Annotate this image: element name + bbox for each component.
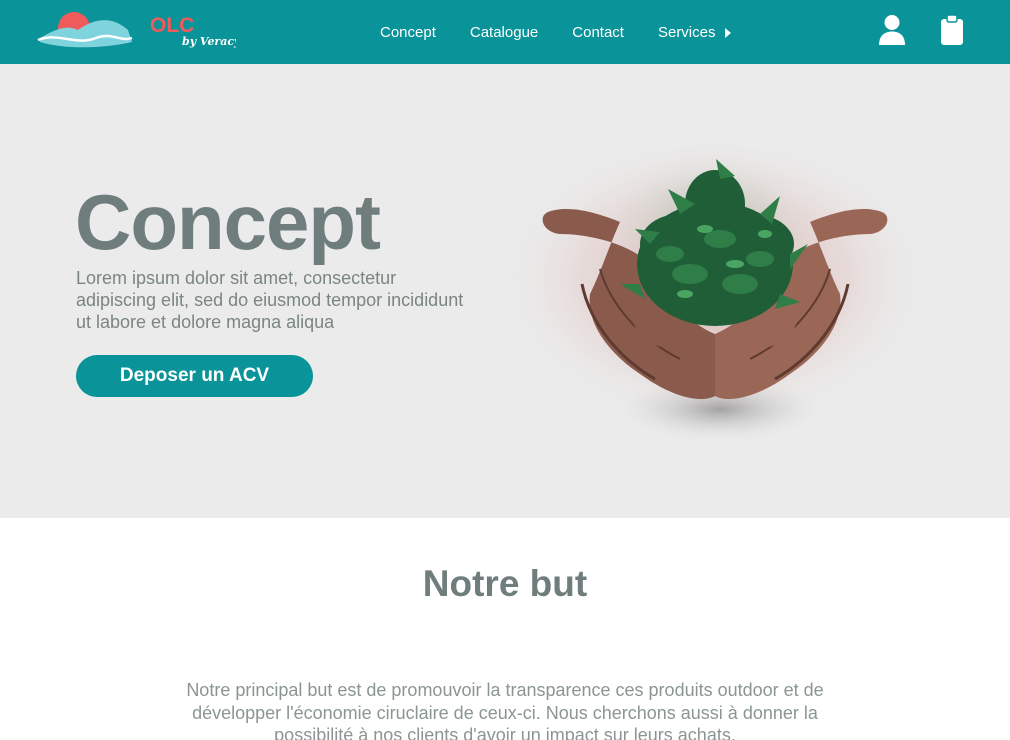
caret-right-icon [724,27,731,38]
section-description: Notre principal but est de promouvoir la… [186,680,824,740]
section-title: Notre but [422,563,588,604]
brand-logo[interactable]: OLC by Veracy [36,8,236,54]
user-icon[interactable] [878,14,906,46]
nav-services-label: Services [657,23,716,41]
nav-services[interactable]: Services [658,24,731,41]
hero-description: Lorem ipsum dolor sit amet, consectetur … [76,268,464,332]
deposer-acv-button[interactable]: Deposer un ACV [76,355,313,397]
nav-concept[interactable]: Concept [380,24,436,41]
site-header: OLC by Veracy Concept Catalogue Contact … [0,0,1010,64]
hero-section: Concept Lorem ipsum dolor sit amet, cons… [0,64,1010,518]
nav-catalogue[interactable]: Catalogue [470,24,538,41]
logo-subtext: by Veracy [182,35,236,48]
logo-text: OLC [150,14,194,37]
plant-in-hands-image [490,144,940,444]
nav-contact[interactable]: Contact [572,24,624,41]
main-nav: Concept Catalogue Contact Services [380,0,731,64]
hero-title: Concept [75,178,381,266]
clipboard-icon[interactable] [940,14,964,46]
